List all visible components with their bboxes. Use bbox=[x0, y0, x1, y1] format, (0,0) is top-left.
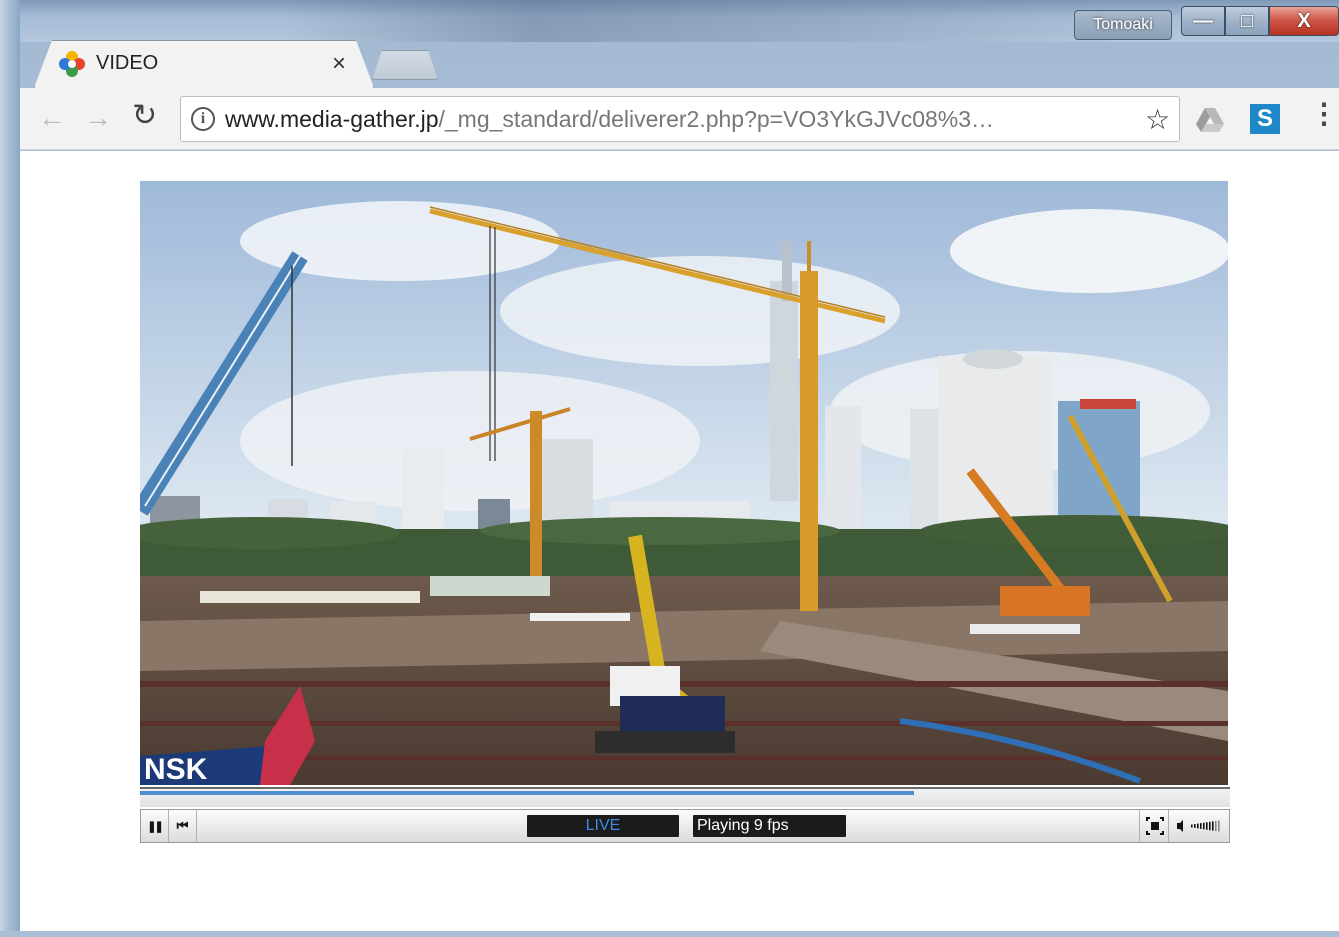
video-frame[interactable]: NSK bbox=[140, 181, 1228, 785]
close-icon: X bbox=[1297, 9, 1311, 32]
info-icon[interactable]: i bbox=[191, 107, 215, 131]
live-indicator[interactable]: LIVE bbox=[527, 815, 679, 837]
url-path: /_mg_standard/deliverer2.php?p=VO3YkGJVc… bbox=[438, 106, 995, 132]
volume-slider[interactable] bbox=[1171, 810, 1229, 842]
reload-icon[interactable]: ↻ bbox=[132, 98, 157, 133]
browser-toolbar: ← → ↻ i www.media-gather.jp/_mg_standard… bbox=[20, 88, 1339, 150]
volume-level-bar bbox=[1215, 820, 1217, 832]
volume-level-bar bbox=[1203, 822, 1205, 830]
maximize-icon: □ bbox=[1240, 9, 1254, 32]
minimize-button[interactable]: — bbox=[1181, 6, 1225, 36]
pause-icon: ❚❚ bbox=[147, 821, 164, 833]
seek-bar[interactable] bbox=[140, 787, 1230, 807]
volume-level-bar bbox=[1209, 821, 1211, 831]
volume-level-bar bbox=[1200, 823, 1202, 829]
bookmark-star-icon[interactable]: ☆ bbox=[1145, 103, 1170, 136]
tab-close-icon[interactable]: × bbox=[332, 50, 346, 78]
window-frame-left bbox=[0, 0, 20, 937]
player-control-bar: ❚❚ ⏮ LIVE Playing 9 fps bbox=[140, 809, 1230, 843]
volume-level-bar bbox=[1191, 824, 1193, 828]
url-host: www.media-gather.jp bbox=[225, 106, 439, 132]
tab-content: VIDEO × bbox=[34, 40, 374, 88]
media-gather-pinwheel-icon bbox=[59, 51, 85, 77]
volume-level-bar bbox=[1206, 822, 1208, 830]
google-drive-icon[interactable] bbox=[1196, 108, 1224, 132]
playback-status: Playing 9 fps bbox=[693, 815, 846, 837]
minimize-icon: — bbox=[1193, 9, 1213, 32]
volume-level-bar bbox=[1212, 821, 1214, 831]
fullscreen-button[interactable] bbox=[1139, 810, 1169, 842]
maximize-button[interactable]: □ bbox=[1225, 6, 1269, 36]
close-window-button[interactable]: X bbox=[1269, 6, 1339, 36]
tab-title: VIDEO bbox=[96, 52, 159, 74]
chrome-menu-icon[interactable]: ⋮ bbox=[1310, 100, 1338, 128]
forward-arrow-icon[interactable]: → bbox=[84, 102, 112, 134]
volume-level-bar bbox=[1194, 824, 1196, 828]
address-bar[interactable]: i www.media-gather.jp/_mg_standard/deliv… bbox=[180, 96, 1180, 142]
new-tab-button[interactable] bbox=[372, 50, 438, 80]
s-extension-icon[interactable]: S bbox=[1250, 104, 1280, 134]
pause-button[interactable]: ❚❚ bbox=[141, 810, 169, 842]
url-text[interactable]: www.media-gather.jp/_mg_standard/deliver… bbox=[225, 106, 994, 133]
caption-buttons: — □ X bbox=[1181, 6, 1339, 36]
profile-button[interactable]: Tomoaki bbox=[1074, 10, 1172, 40]
skip-back-icon: ⏮ bbox=[176, 818, 189, 833]
browser-window: Tomoaki — □ X VIDEO × ← → ↻ i www.media- bbox=[0, 0, 1339, 937]
seek-bar-progress bbox=[140, 791, 914, 795]
title-bar-glass bbox=[280, 0, 1120, 42]
page-content: NSK ❚❚ ⏮ LIVE Playing 9 fps bbox=[20, 151, 1339, 931]
volume-level-bar bbox=[1197, 823, 1199, 829]
volume-level-bar bbox=[1218, 820, 1220, 832]
fullscreen-icon bbox=[1146, 817, 1164, 835]
skip-back-button[interactable]: ⏮ bbox=[169, 810, 197, 842]
back-arrow-icon[interactable]: ← bbox=[38, 102, 66, 134]
volume-icon bbox=[1177, 820, 1220, 832]
window-frame-bottom bbox=[0, 931, 1339, 937]
svg-text:NSK: NSK bbox=[144, 753, 208, 785]
